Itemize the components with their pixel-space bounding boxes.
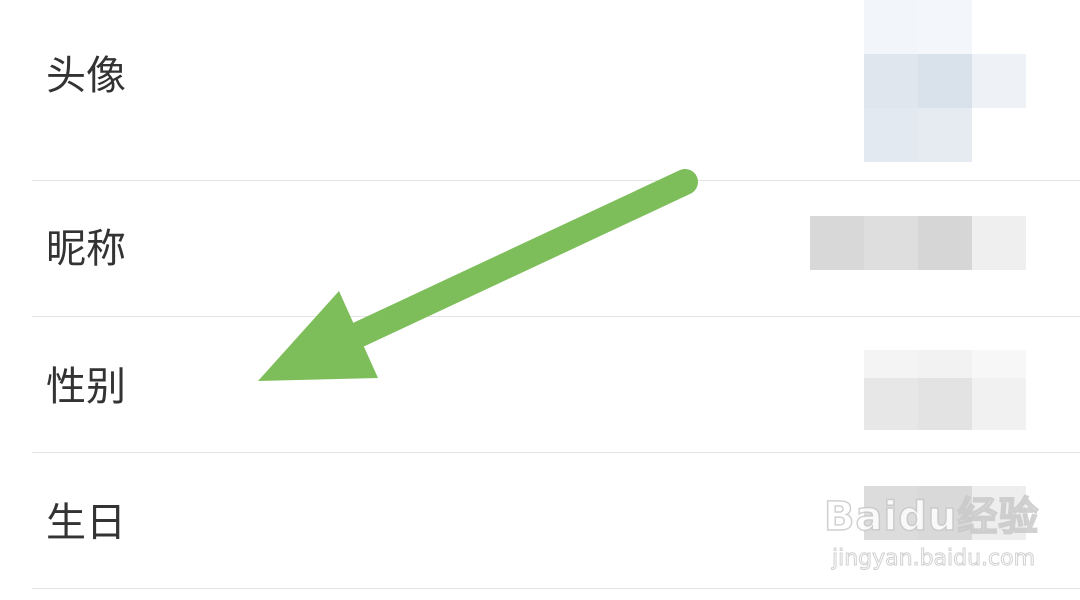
baidu-watermark-logo: Baidu经验 jingyan.baidu.com [822,484,1039,580]
nickname-value-blurred [810,216,1026,270]
profile-settings-screen: 头像 昵称 性别 生日 Baidu经验 jingyan.baidu.com [0,0,1080,600]
avatar-image-blurred[interactable] [864,0,1026,162]
birthday-row-label: 生日 [46,500,126,546]
gender-row-label: 性别 [46,364,126,410]
nickname-row-label: 昵称 [46,226,126,272]
gender-value-blurred [864,350,1026,430]
watermark-url: jingyan.baidu.com [831,546,1036,572]
avatar-row-label: 头像 [46,53,126,99]
watermark-brand: Baidu经验 [823,493,1040,541]
